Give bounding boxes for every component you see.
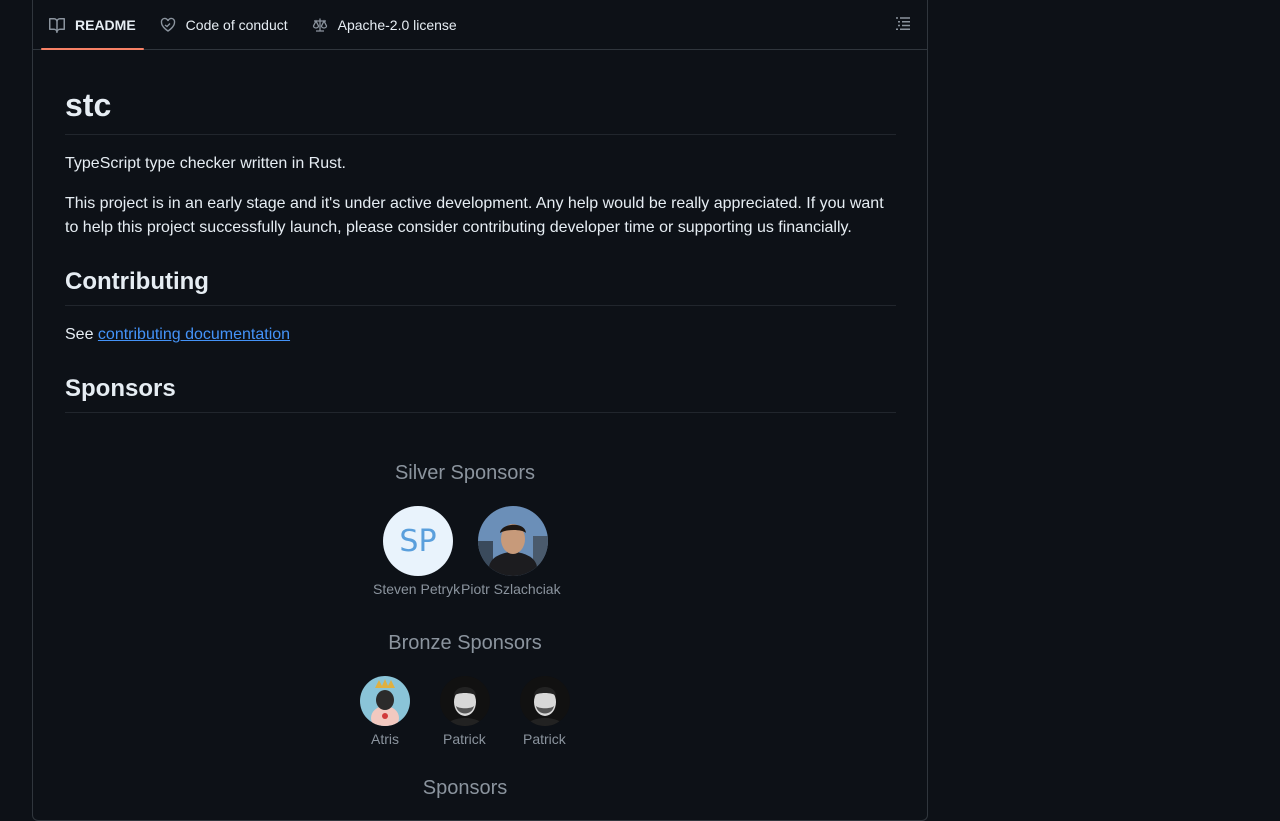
- contributing-docs-link[interactable]: contributing documentation: [98, 326, 290, 343]
- outline-button[interactable]: [893, 15, 913, 35]
- sponsors-tier-title: Sponsors: [422, 777, 508, 799]
- avatar-initials: SP: [399, 523, 437, 559]
- silver-sponsor-name-2: Piotr Szlachciak: [461, 581, 561, 597]
- avatar-patrick-2[interactable]: [520, 676, 570, 726]
- silver-sponsors-title: Silver Sponsors: [394, 462, 536, 484]
- tab-license-label: Apache-2.0 license: [337, 16, 457, 33]
- bronze-sponsors-title: Bronze Sponsors: [388, 632, 542, 654]
- readme-panel: README Code of conduct Apache-2.0 licens…: [32, 0, 928, 821]
- avatar-steven-petryk[interactable]: SP: [383, 506, 453, 576]
- sponsors-heading: Sponsors: [65, 374, 896, 414]
- tab-license[interactable]: Apache-2.0 license: [304, 0, 465, 49]
- readme-title: stc: [65, 86, 896, 136]
- tab-readme[interactable]: README: [41, 0, 144, 50]
- readme-body: stc TypeScript type checker written in R…: [33, 86, 927, 414]
- contributing-heading: Contributing: [65, 267, 896, 307]
- heart-handshake-icon: [160, 17, 176, 33]
- bronze-sponsor-name-3: Patrick: [523, 731, 566, 747]
- book-icon: [49, 17, 65, 33]
- tab-code-of-conduct[interactable]: Code of conduct: [152, 0, 296, 49]
- silver-sponsor-name-1: Steven Petryk: [373, 581, 461, 597]
- law-scale-icon: [312, 17, 328, 33]
- bronze-sponsor-name-2: Patrick: [443, 731, 486, 747]
- readme-status: This project is in an early stage and it…: [65, 195, 884, 237]
- contributing-prefix: See: [65, 326, 98, 344]
- bronze-sponsor-name-1: Atris: [371, 731, 399, 747]
- avatar-atris[interactable]: [360, 676, 410, 726]
- tab-code-of-conduct-label: Code of conduct: [185, 16, 288, 33]
- list-outline-icon: [895, 15, 911, 36]
- readme-intro: TypeScript type checker written in Rust.: [65, 155, 346, 173]
- avatar-patrick-1[interactable]: [440, 676, 490, 726]
- avatar-piotr-szlachciak[interactable]: [478, 506, 548, 576]
- contributing-paragraph: See contributing documentation: [65, 323, 896, 347]
- readme-tab-bar: README Code of conduct Apache-2.0 licens…: [33, 0, 927, 50]
- tab-readme-label: README: [75, 16, 136, 33]
